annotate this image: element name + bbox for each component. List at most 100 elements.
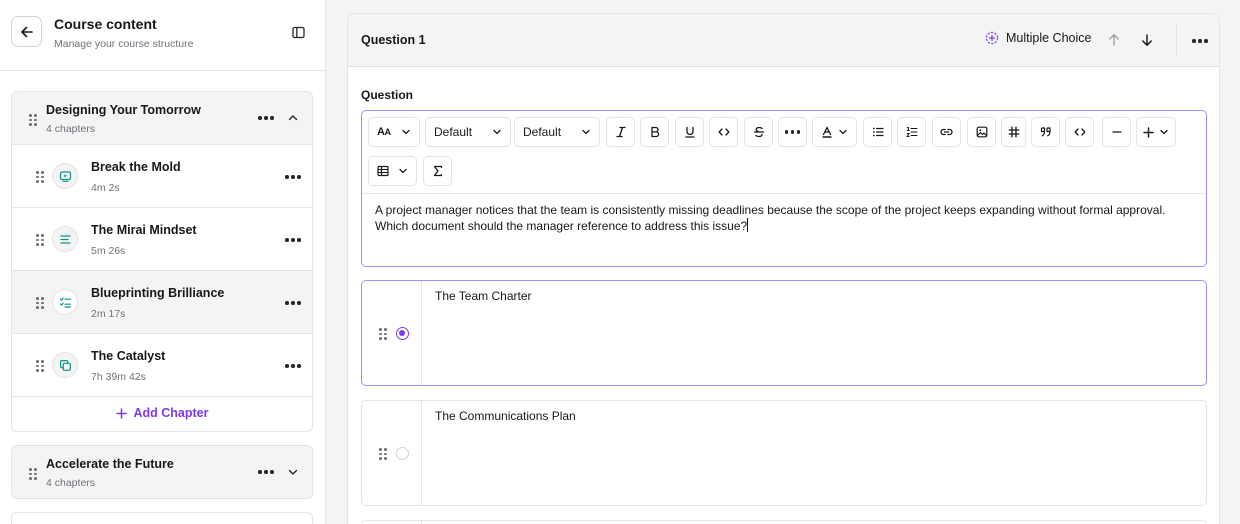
numbered-list-button[interactable] [897,117,926,147]
section-title: Accelerate the Future [46,457,174,471]
answer-option[interactable]: The Communications Plan [361,400,1207,506]
bold-button[interactable] [640,117,669,147]
question-editor-panel: Question 1 Multiple Choice Question AA D… [347,13,1220,524]
chapter-item[interactable]: Blueprinting Brilliance 2m 17s [12,271,312,334]
text-style-dropdown[interactable]: AA [368,117,420,147]
horizontal-rule-button[interactable] [1102,117,1131,147]
bullet-list-button[interactable] [863,117,892,147]
video-icon [52,163,78,189]
add-chapter-button[interactable]: Add Chapter [12,397,312,429]
underline-button[interactable] [675,117,704,147]
course-sidebar: Course content Manage your course struct… [0,0,326,524]
more-options-icon[interactable] [258,470,274,474]
hashtag-button[interactable] [1001,117,1026,147]
section-header[interactable]: Accelerate the Future 4 chapters [12,446,312,498]
editor-toolbar: AA Default Default [368,117,1200,187]
section-header[interactable]: Designing Your Tomorrow 4 chapters [12,92,312,145]
more-options-icon[interactable] [258,116,274,120]
question-text: A project manager notices that the team … [375,203,1166,233]
insert-dropdown[interactable] [1136,117,1176,147]
chevron-down-icon[interactable] [287,466,299,478]
table-dropdown[interactable] [368,156,417,186]
italic-button[interactable] [606,117,635,147]
back-button[interactable] [11,16,42,47]
chapter-duration: 2m 17s [91,308,126,320]
code-block-button[interactable] [1065,117,1094,147]
correct-answer-radio[interactable] [396,447,409,460]
sidebar-subtitle: Manage your course structure [54,38,194,50]
image-icon [976,126,987,138]
drag-handle-icon[interactable] [29,468,37,480]
inline-code-button[interactable] [709,117,738,147]
link-button[interactable] [932,117,961,147]
rich-text-editor[interactable]: AA Default Default A project manager not… [361,110,1207,267]
move-down-icon[interactable] [1140,33,1154,47]
hashtag-icon [1008,126,1019,138]
more-options-icon[interactable] [285,301,301,305]
more-options-icon[interactable] [1192,39,1208,43]
chevron-up-icon[interactable] [287,112,299,124]
answer-option[interactable]: The Team Charter [361,280,1207,386]
question-field-label: Question [361,88,414,102]
sidebar-header: Course content Manage your course struct… [0,0,325,71]
drag-handle-icon[interactable] [29,114,37,126]
image-button[interactable] [967,117,996,147]
answer-option-partial[interactable] [361,520,1207,524]
section-accelerate-the-future: Accelerate the Future 4 chapters [11,445,313,499]
more-options-icon[interactable] [285,175,301,179]
code-block-icon [1074,128,1085,136]
strikethrough-button[interactable] [744,117,773,147]
formula-button[interactable] [423,156,452,186]
more-options-icon[interactable] [285,238,301,242]
font-family-value: Default [434,125,473,139]
chevron-down-icon [582,129,590,135]
question-type-selector[interactable]: Multiple Choice [985,31,1091,45]
font-size-value: Default [523,125,562,139]
chapter-item[interactable]: The Mirai Mindset 5m 26s [12,208,312,271]
sidebar-panel-icon [291,26,305,38]
font-size-dropdown[interactable]: Default [514,117,600,147]
blockquote-button[interactable] [1031,117,1060,147]
minus-icon [1111,131,1122,133]
chapter-item[interactable]: Break the Mold 4m 2s [12,145,312,208]
section-title: Designing Your Tomorrow [46,103,201,117]
move-up-icon[interactable] [1107,33,1121,47]
code-icon [718,128,729,136]
drag-handle-icon[interactable] [36,297,44,309]
drag-handle-icon[interactable] [36,171,44,183]
answer-option-controls [362,401,422,505]
text-caret [747,218,749,232]
text-color-icon [822,126,832,138]
drag-handle-icon[interactable] [379,328,387,340]
question-header: Question 1 Multiple Choice [348,14,1219,67]
chevron-down-icon [1160,129,1168,135]
answer-option-text[interactable]: The Team Charter [435,289,532,303]
chapter-item[interactable]: The Catalyst 7h 39m 42s [12,334,312,397]
quote-icon [1040,127,1051,137]
copy-icon [52,352,78,378]
correct-answer-radio[interactable] [396,327,409,340]
chevron-down-icon [402,129,410,135]
more-options-icon [784,130,801,134]
toggle-sidebar-button[interactable] [290,24,306,40]
question-text-content[interactable]: A project manager notices that the team … [375,202,1192,234]
chapter-title: Break the Mold [91,160,181,174]
drag-handle-icon[interactable] [379,448,387,460]
chapter-title: Blueprinting Brilliance [91,286,225,300]
chapter-title: The Catalyst [91,349,166,363]
section-designing-your-tomorrow: Designing Your Tomorrow 4 chapters Break… [11,91,313,432]
font-family-dropdown[interactable]: Default [425,117,511,147]
drag-handle-icon[interactable] [36,360,44,372]
text-color-dropdown[interactable] [812,117,857,147]
add-chapter-label: Add Chapter [133,406,209,420]
section-chapter-count: 4 chapters [46,123,96,135]
question-type-icon [985,31,999,45]
link-icon [940,128,953,136]
more-options-icon[interactable] [285,364,301,368]
drag-handle-icon[interactable] [36,234,44,246]
more-formatting-button[interactable] [778,117,807,147]
question-title: Question 1 [361,33,426,47]
editor-divider [362,193,1206,194]
answer-option-text[interactable]: The Communications Plan [435,409,576,423]
chevron-down-icon [399,168,407,174]
